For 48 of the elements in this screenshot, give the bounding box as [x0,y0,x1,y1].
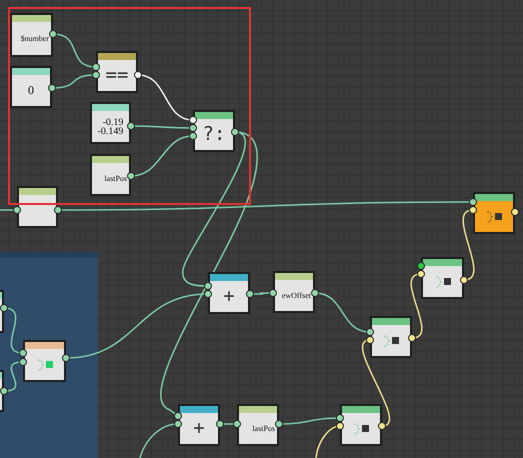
output-node[interactable] [473,192,515,234]
output-port[interactable] [378,422,386,430]
output-port[interactable] [48,84,56,92]
wire [410,273,423,339]
output-port[interactable] [408,334,416,342]
output-port[interactable] [231,128,239,136]
output-port[interactable] [460,276,468,284]
graph-node[interactable] [23,340,66,382]
output-port[interactable] [511,208,519,216]
node-label: 0 [28,83,34,98]
graph-node[interactable]: ?: [193,110,235,152]
graph-node[interactable]: lastPos [237,404,279,446]
graph-node[interactable]: 0 [10,66,52,108]
graph-node[interactable]: + [178,404,220,446]
output-port[interactable] [311,289,319,297]
operator-symbol: + [193,419,205,438]
graph-node[interactable]: + [208,272,250,314]
output-port[interactable] [49,30,57,38]
output-port[interactable] [246,290,254,298]
graph-node[interactable] [421,257,464,299]
operator-symbol: + [223,287,235,306]
operator-symbol: ?: [202,125,226,144]
input-port[interactable] [13,206,21,214]
output-port[interactable] [127,172,135,180]
output-port[interactable] [54,206,62,214]
function-icon [351,420,371,436]
graph-node[interactable]: $number [10,13,53,57]
node-values: -0.19 -0.149 [98,118,124,136]
graph-node[interactable] [370,316,412,358]
output-port[interactable] [127,122,135,130]
graph-node[interactable] [17,186,58,228]
graph-node[interactable]: == [96,51,138,93]
node-label: ewOffset [282,291,311,300]
function-icon [381,332,401,348]
node-label: $number [20,34,49,43]
operator-symbol: == [106,66,128,85]
function-icon [484,208,504,224]
graph-node[interactable]: -0.19 -0.149 [90,102,131,144]
output-port[interactable] [216,420,224,428]
graph-node[interactable]: ewOffset [273,271,315,313]
output-port[interactable] [275,420,283,428]
input-port[interactable] [233,420,241,428]
graph-node[interactable] [340,404,382,446]
node-label: lastPos [104,174,127,183]
output-port[interactable] [134,71,142,79]
graph-node[interactable]: lastPos [90,154,131,196]
input-port[interactable] [269,289,277,297]
node-label: lastPos [252,424,275,433]
